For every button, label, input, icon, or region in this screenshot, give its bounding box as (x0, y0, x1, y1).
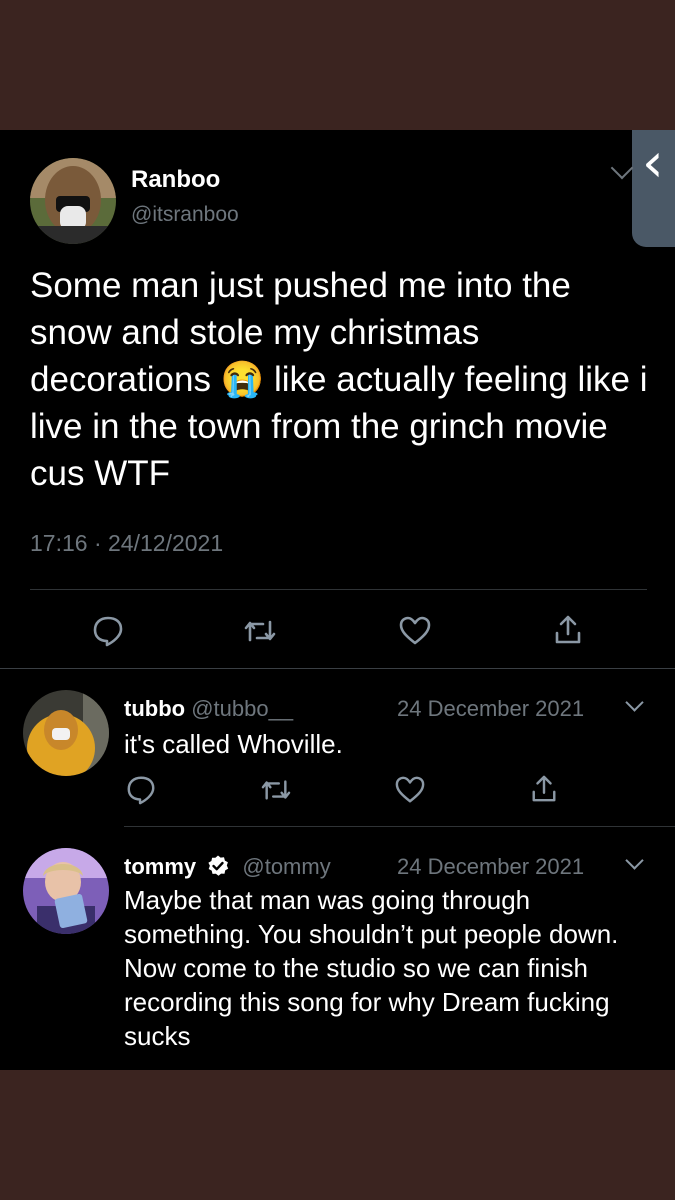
tweet-date: 24/12/2021 (108, 530, 224, 556)
reply-icon[interactable] (91, 614, 125, 648)
like-icon[interactable] (394, 775, 426, 805)
divider (30, 589, 647, 590)
chevron-down-icon[interactable] (625, 851, 644, 870)
reply-author[interactable]: tommy @tommy (124, 854, 331, 880)
avatar[interactable] (30, 158, 116, 244)
reply-icon[interactable] (125, 774, 157, 806)
avatar[interactable] (23, 848, 109, 934)
author-name[interactable]: Ranboo (131, 166, 220, 194)
reply-author-handle[interactable]: @tommy (242, 854, 330, 879)
reply-author-name[interactable]: tommy (124, 854, 196, 879)
reply-text: it's called Whoville. (124, 729, 343, 759)
retweet-icon[interactable] (260, 776, 292, 804)
tweet-timestamp[interactable]: 17:16 · 24/12/2021 (30, 530, 223, 557)
reply-author[interactable]: tubbo @tubbo__ (124, 696, 293, 722)
like-icon[interactable] (398, 615, 432, 647)
side-panel-tab[interactable]: ‹ (632, 130, 675, 247)
tweet-screen: ‹ Ranboo @itsranboo Some man just pushed… (0, 130, 675, 1070)
reply-text: Maybe that man was going through somethi… (124, 885, 619, 1051)
divider (124, 826, 675, 827)
chevron-down-icon[interactable] (610, 156, 634, 180)
divider (0, 668, 675, 669)
avatar[interactable] (23, 690, 109, 776)
author-handle[interactable]: @itsranboo (131, 203, 239, 227)
chevron-left-icon[interactable]: ‹ (642, 131, 664, 194)
reply-date: 24 December 2021 (397, 854, 585, 879)
chevron-down-icon[interactable] (625, 693, 644, 712)
crying-emoji: 😭 (220, 360, 265, 399)
timestamp-separator: · (93, 530, 102, 556)
share-icon[interactable] (530, 774, 558, 804)
reply-tweet[interactable]: tubbo @tubbo__ 24 December 2021 it's cal… (0, 670, 675, 820)
reply-author-name[interactable]: tubbo (124, 696, 185, 721)
reply-author-handle[interactable]: @tubbo__ (191, 696, 293, 721)
share-icon[interactable] (553, 614, 583, 646)
verified-badge-icon (208, 855, 229, 876)
tweet-time: 17:16 (30, 530, 88, 556)
tweet-text: Some man just pushed me into the snow an… (30, 262, 650, 497)
reply-date: 24 December 2021 (397, 696, 585, 721)
retweet-icon[interactable] (243, 616, 277, 646)
reply-tweet[interactable]: tommy @tommy 24 December 2021 Maybe that… (0, 828, 675, 1070)
